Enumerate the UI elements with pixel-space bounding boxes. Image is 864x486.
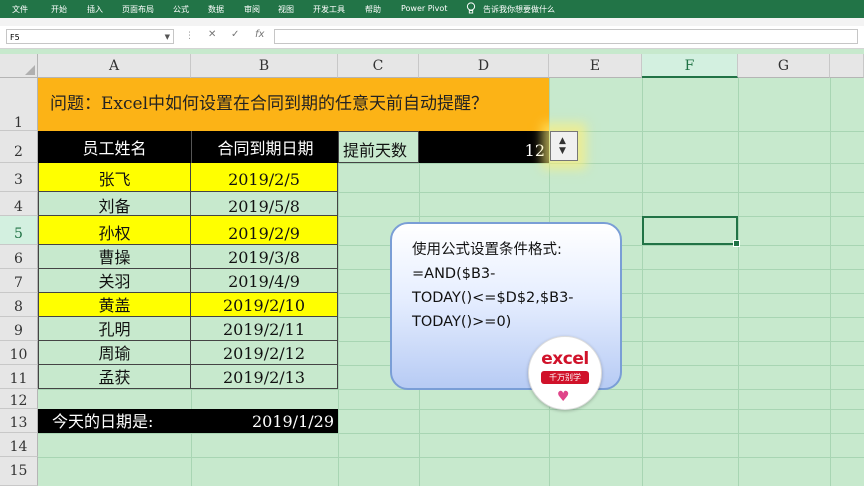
column-header-b[interactable]: B [191,54,338,78]
row-header-7[interactable]: 7 [0,269,38,293]
heart-icon: ♥ [557,389,570,405]
row-header-6[interactable]: 6 [0,245,38,269]
contract-date-cell[interactable]: 2019/2/12 [191,341,338,365]
employee-name-cell[interactable]: 孙权 [38,216,191,245]
employee-name-cell[interactable]: 曹操 [38,245,191,269]
row-header-9[interactable]: 9 [0,317,38,341]
contract-date-cell[interactable]: 2019/4/9 [191,269,338,293]
column-header-h[interactable] [830,54,864,78]
gridline [38,457,864,458]
row-header-10[interactable]: 10 [0,341,38,365]
employee-name-cell[interactable]: 孟获 [38,365,191,389]
row-header-1[interactable]: 1 [0,78,38,131]
column-header-e[interactable]: E [549,54,642,78]
row-header-8[interactable]: 8 [0,293,38,317]
worksheet: A B C D E F G 1 2 3 4 5 6 7 8 9 10 11 12… [0,0,864,486]
employee-name-cell[interactable]: 周瑜 [38,341,191,365]
employee-name-cell[interactable]: 关羽 [38,269,191,293]
advance-days-label[interactable]: 提前天数 [338,131,419,163]
row-header-14[interactable]: 14 [0,433,38,457]
today-label-cell[interactable]: 今天的日期是: [38,409,191,433]
gridline [830,78,831,486]
row-header-5[interactable]: 5 [0,216,38,245]
employee-name-cell[interactable]: 张飞 [38,163,191,192]
gridline [38,433,864,434]
contract-date-cell[interactable]: 2019/5/8 [191,192,338,216]
merged-title-cell[interactable]: 问题：Excel中如何设置在合同到期的任意天前自动提醒？ [38,78,549,131]
column-header-a[interactable]: A [38,54,191,78]
spin-down-icon[interactable]: ▼ [559,147,566,156]
badge-slogan: 千万别学 [541,371,589,384]
callout-line: TODAY()>=0) [412,314,512,330]
contract-date-cell[interactable]: 2019/2/5 [191,163,338,192]
callout-line: =AND($B3- [412,266,496,282]
employee-name-cell[interactable]: 孔明 [38,317,191,341]
column-header-g[interactable]: G [738,54,830,78]
select-all-button[interactable] [0,54,38,78]
today-value-cell[interactable]: 2019/1/29 [191,409,338,433]
header-employee-name[interactable]: 员工姓名 [38,131,191,163]
employee-name-cell[interactable]: 黄盖 [38,293,191,317]
row-header-12[interactable]: 12 [0,389,38,409]
contract-date-cell[interactable]: 2019/2/9 [191,216,338,245]
row-header-2[interactable]: 2 [0,131,38,163]
spin-button[interactable]: ▲ ▼ [550,131,578,161]
spin-up-icon[interactable]: ▲ [559,137,566,146]
callout-line: TODAY()<=$D$2,$B3- [412,290,574,306]
header-contract-date[interactable]: 合同到期日期 [191,131,339,163]
row-header-15[interactable]: 15 [0,457,38,486]
contract-date-cell[interactable]: 2019/2/10 [191,293,338,317]
row-header-3[interactable]: 3 [0,163,38,192]
contract-date-cell[interactable]: 2019/2/13 [191,365,338,389]
column-header-c[interactable]: C [338,54,419,78]
gridline [738,78,739,486]
row-header-13[interactable]: 13 [0,409,38,433]
row-header-4[interactable]: 4 [0,192,38,216]
advance-days-value[interactable]: 12 [419,131,549,163]
active-cell-f5[interactable] [642,216,740,247]
row-header-11[interactable]: 11 [0,365,38,389]
contract-date-cell[interactable]: 2019/3/8 [191,245,338,269]
contract-date-cell[interactable]: 2019/2/11 [191,317,338,341]
excel-logo-badge: excel 千万别学 ♥ [528,336,602,410]
badge-brand: excel [541,349,589,369]
column-header-d[interactable]: D [419,54,549,78]
gridline [642,78,643,486]
callout-line: 使用公式设置条件格式: [412,242,562,258]
employee-name-cell[interactable]: 刘备 [38,192,191,216]
column-header-f[interactable]: F [642,54,738,78]
